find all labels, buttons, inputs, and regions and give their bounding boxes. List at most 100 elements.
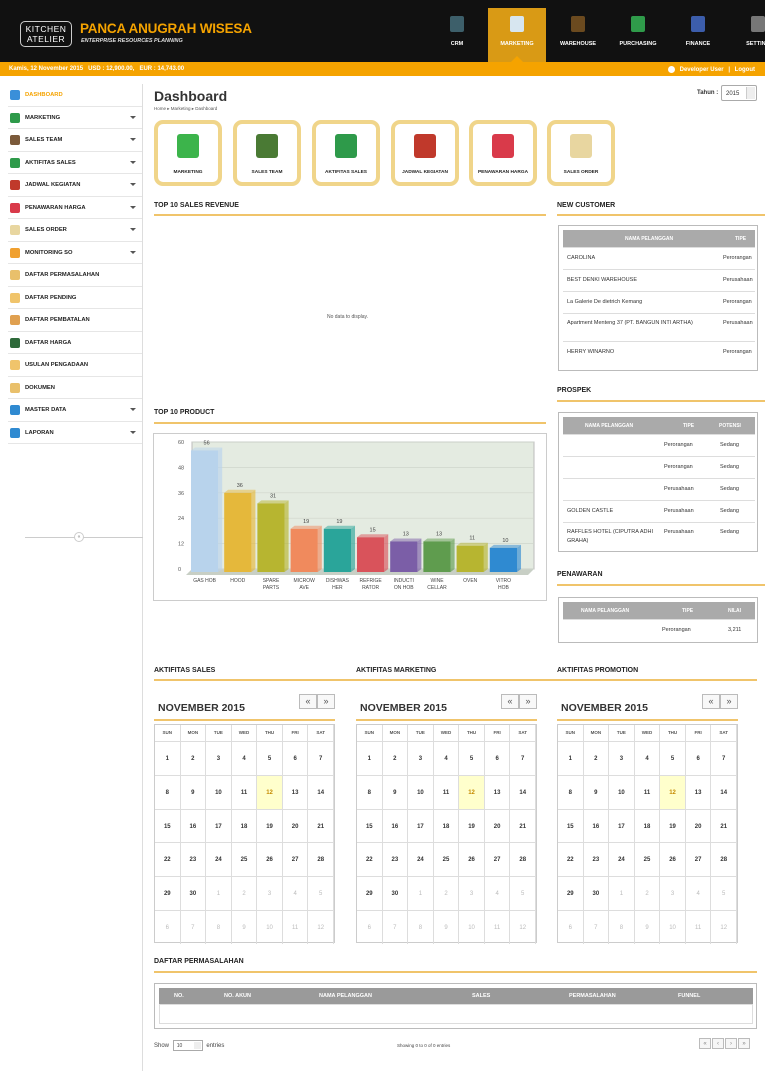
calendar-day[interactable]: 19	[459, 808, 485, 843]
column-header[interactable]: NO. AKUN	[224, 993, 251, 999]
calendar-day[interactable]: 7	[308, 741, 334, 775]
sidebar-item-daftar-permasalahan[interactable]: DAFTAR PERMASALAHAN	[8, 264, 142, 287]
calendar-day[interactable]: 21	[711, 808, 737, 843]
calendar-day[interactable]: 16	[180, 808, 207, 843]
year-select[interactable]: 2015	[721, 85, 757, 101]
calendar-next-button[interactable]: »	[317, 694, 335, 709]
bar-gas-hob[interactable]	[190, 450, 219, 572]
calendar-day[interactable]: 10	[459, 910, 485, 944]
calendar-day[interactable]: 2	[382, 741, 409, 775]
calendar-day[interactable]: 10	[257, 910, 283, 944]
sidebar-item-penawaran-harga[interactable]: PENAWARAN HARGA	[8, 197, 142, 219]
topnav-item-finance[interactable]: FINANCE	[669, 8, 727, 62]
calendar-day[interactable]: 12	[510, 910, 536, 944]
calendar-day[interactable]: 11	[433, 774, 460, 809]
calendar-day[interactable]: 8	[357, 774, 383, 809]
bar-spare-parts[interactable]	[257, 503, 285, 572]
bar-wine-cellar[interactable]	[423, 541, 451, 572]
bar-refrigerator[interactable]	[356, 537, 385, 572]
bar-oven[interactable]	[456, 545, 484, 572]
calendar-day[interactable]: 22	[155, 842, 181, 877]
calendar-day[interactable]: 4	[282, 876, 309, 910]
chevron-down-icon[interactable]	[746, 87, 755, 99]
column-header[interactable]: NAMA PELANGGAN	[625, 236, 673, 242]
bar-vitro-hob[interactable]	[489, 547, 518, 572]
calendar-day[interactable]: 12	[308, 910, 334, 944]
calendar-day[interactable]: 15	[155, 808, 181, 843]
table-row[interactable]: Perorangan Sedang	[563, 456, 755, 478]
calendar-day[interactable]: 2	[180, 741, 207, 775]
column-header[interactable]: TIPE	[683, 423, 694, 429]
calendar-day[interactable]: 3	[257, 876, 283, 910]
pager-prev-button[interactable]: ‹	[712, 1038, 724, 1049]
column-header[interactable]: NAMA PELANGGAN	[319, 993, 372, 999]
sidebar-item-daftar-pembatalan[interactable]: DAFTAR PEMBATALAN	[8, 309, 142, 332]
calendar-day[interactable]: 27	[282, 842, 309, 877]
column-header[interactable]: NAMA PELANGGAN	[585, 423, 633, 429]
sidebar-item-jadwal-kegiatan[interactable]: JADWAL KEGIATAN	[8, 174, 142, 197]
calendar-day[interactable]: 6	[484, 741, 511, 775]
table-row[interactable]: CAROLINA Perorangan	[563, 247, 755, 269]
calendar-day[interactable]: 20	[484, 808, 511, 843]
calendar-day[interactable]: 5	[459, 741, 485, 775]
calendar-day[interactable]: 16	[382, 808, 409, 843]
calendar-day[interactable]: 10	[206, 774, 232, 809]
calendar-day[interactable]: 4	[231, 741, 258, 775]
tile-sales-order[interactable]: SALES ORDER	[547, 120, 615, 186]
calendar-day[interactable]: 25	[634, 842, 661, 877]
calendar-day[interactable]: 5	[257, 741, 283, 775]
calendar-day[interactable]: 23	[583, 842, 610, 877]
calendar-day[interactable]: 21	[308, 808, 334, 843]
calendar-day[interactable]: 1	[408, 876, 434, 910]
sidebar-item-daftar-pending[interactable]: DAFTAR PENDING	[8, 287, 142, 309]
calendar-day[interactable]: 11	[282, 910, 309, 944]
calendar-day[interactable]: 2	[583, 741, 610, 775]
bar-induction-hob[interactable]	[390, 541, 418, 572]
calendar-day[interactable]: 5	[510, 876, 536, 910]
column-header[interactable]: TIPE	[682, 608, 693, 614]
calendar-day[interactable]: 6	[357, 910, 383, 944]
calendar-day[interactable]: 13	[282, 774, 309, 809]
calendar-day[interactable]: 1	[357, 741, 383, 775]
calendar-day[interactable]: 1	[609, 876, 635, 910]
calendar-day[interactable]: 22	[357, 842, 383, 877]
calendar-day[interactable]: 7	[583, 910, 610, 944]
calendar-day[interactable]: 9	[634, 910, 661, 944]
sidebar-item-sales-team[interactable]: SALES TEAM	[8, 129, 142, 152]
calendar-day[interactable]: 27	[484, 842, 511, 877]
pager-first-button[interactable]: «	[699, 1038, 711, 1049]
column-header[interactable]: FUNNEL	[678, 993, 700, 999]
brand-logo[interactable]: KITCHEN ATELIER	[20, 21, 72, 47]
calendar-day[interactable]: 10	[408, 774, 434, 809]
tile-penawaran-harga[interactable]: PENAWARAN HARGA	[469, 120, 537, 186]
topnav-item-purchasing[interactable]: PURCHASING	[609, 8, 667, 62]
calendar-day[interactable]: 29	[357, 876, 383, 910]
table-row[interactable]: HERRY WINARNO Perorangan	[563, 341, 755, 363]
calendar-day[interactable]: 25	[231, 842, 258, 877]
table-row[interactable]: Perorangan Sedang	[563, 434, 755, 456]
calendar-day[interactable]: 22	[558, 842, 584, 877]
calendar-day[interactable]: 7	[180, 910, 207, 944]
table-row[interactable]: GOLDEN CASTLE Perusahaan Sedang	[563, 500, 755, 522]
calendar-day[interactable]: 28	[510, 842, 536, 877]
sidebar-item-monitoring-so[interactable]: MONITORING SO	[8, 242, 142, 264]
table-row[interactable]: BEST DENKI WAREHOUSE Perusahaan	[563, 269, 755, 291]
calendar-day[interactable]: 24	[609, 842, 635, 877]
calendar-day[interactable]: 18	[433, 808, 460, 843]
calendar-day[interactable]: 14	[711, 774, 737, 809]
column-header[interactable]: SALES	[472, 993, 490, 999]
calendar-day[interactable]: 7	[382, 910, 409, 944]
sidebar-item-aktifitas-sales[interactable]: AKTIFITAS SALES	[8, 152, 142, 174]
topnav-item-marketing[interactable]: MARKETING	[488, 8, 546, 62]
sidebar-item-marketing[interactable]: MARKETING	[8, 107, 142, 129]
calendar-day[interactable]: 14	[510, 774, 536, 809]
calendar-day[interactable]: 24	[408, 842, 434, 877]
calendar-day[interactable]: 3	[206, 741, 232, 775]
calendar-day[interactable]: 24	[206, 842, 232, 877]
calendar-prev-button[interactable]: «	[702, 694, 720, 709]
column-header[interactable]: NAMA PELANGGAN	[581, 608, 629, 614]
calendar-day[interactable]: 18	[634, 808, 661, 843]
calendar-day[interactable]: 26	[257, 842, 283, 877]
chevron-down-icon[interactable]	[193, 1042, 201, 1049]
calendar-day[interactable]: 1	[558, 741, 584, 775]
